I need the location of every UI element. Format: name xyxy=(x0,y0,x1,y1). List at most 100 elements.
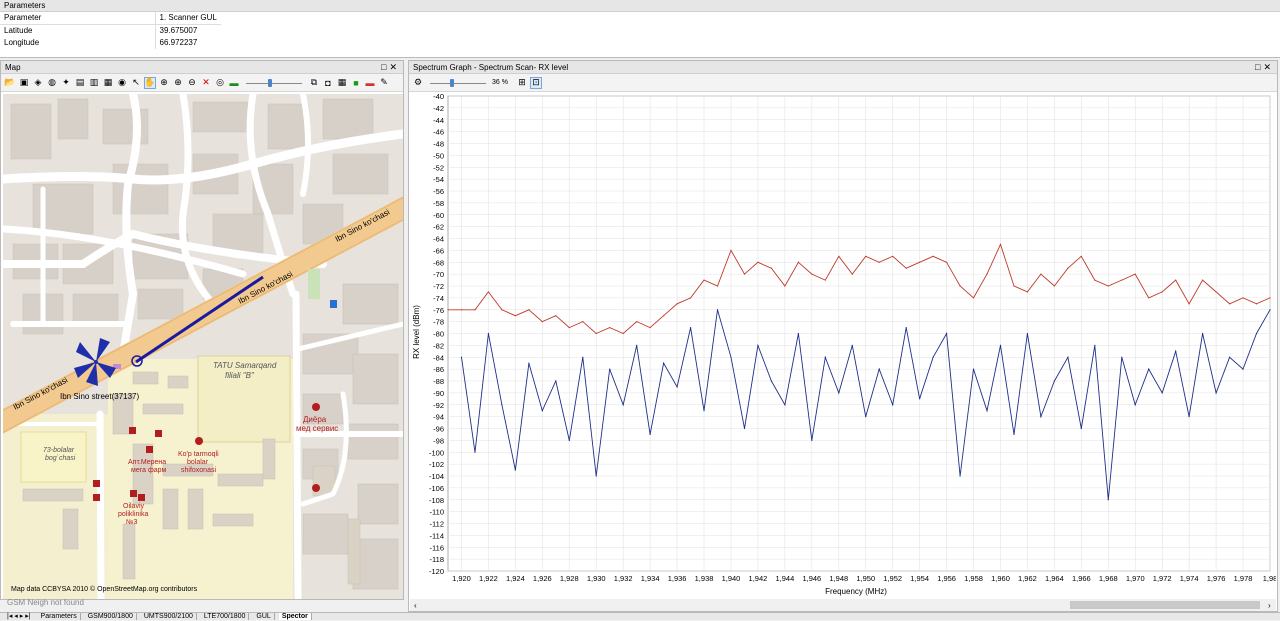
target-icon[interactable]: ◎ xyxy=(214,77,226,89)
opacity-slider[interactable] xyxy=(246,78,302,88)
scrollbar-thumb[interactable] xyxy=(1070,601,1260,609)
y-tick-label: -60 xyxy=(433,211,444,220)
tab-lte[interactable]: LTE700/1800 xyxy=(201,613,250,620)
y-tick-label: -120 xyxy=(429,567,444,576)
tab-umts[interactable]: UMTS900/2100 xyxy=(141,613,197,620)
camera-icon[interactable]: ◘ xyxy=(322,77,334,89)
zoom-slider[interactable] xyxy=(430,78,486,88)
data-point xyxy=(474,309,476,311)
y-tick-label: -88 xyxy=(433,377,444,386)
ruler-icon[interactable]: ▬ xyxy=(364,77,376,89)
tab-parameters[interactable]: Parameters xyxy=(38,613,81,620)
grid-icon[interactable]: ▦ xyxy=(336,77,348,89)
x-tick-label: 1,956 xyxy=(937,574,956,583)
y-tick-label: -76 xyxy=(433,306,444,315)
data-point xyxy=(1175,279,1177,281)
x-tick-label: 1,934 xyxy=(641,574,660,583)
poi-label: №3 xyxy=(126,519,138,526)
data-point xyxy=(757,344,759,346)
fit-icon[interactable]: ⊞ xyxy=(516,77,528,89)
tab-nav-icons[interactable]: |◂ ◂ ▸ ▸| xyxy=(4,613,34,620)
open-icon[interactable]: 📂 xyxy=(4,77,16,89)
battery-icon[interactable]: ▬ xyxy=(228,77,240,89)
data-point xyxy=(1148,368,1150,370)
data-point xyxy=(811,273,813,275)
tab-spector[interactable]: Spector xyxy=(278,613,312,620)
parameters-row[interactable]: Longitude 66.972237 xyxy=(0,37,221,49)
data-point xyxy=(487,332,490,335)
data-point xyxy=(986,410,988,412)
filter-icon[interactable]: ✦ xyxy=(60,77,72,89)
export-icon[interactable]: ▥ xyxy=(88,77,100,89)
map-canvas[interactable]: Ibn Sino ko'chasi Ibn Sino ko'chasi Ibn … xyxy=(3,94,403,599)
data-point xyxy=(487,291,490,293)
data-point xyxy=(945,261,948,263)
layers-icon[interactable]: ◈ xyxy=(32,77,44,89)
eye-icon[interactable]: ◉ xyxy=(116,77,128,89)
pan-icon[interactable]: ✋ xyxy=(144,76,156,89)
data-point xyxy=(636,321,638,323)
y-tick-label: -48 xyxy=(433,140,444,149)
poi-label: filiali "B" xyxy=(225,371,255,380)
close-icon[interactable]: ✕ xyxy=(1263,62,1274,72)
data-point xyxy=(649,433,651,436)
x-tick-label: 1,924 xyxy=(506,574,525,583)
scroll-right-icon[interactable]: › xyxy=(1268,601,1271,610)
x-tick-label: 1,950 xyxy=(856,574,875,583)
data-point xyxy=(851,344,853,346)
pointer-icon[interactable]: ↖ xyxy=(130,77,142,89)
crosshair-icon[interactable]: ⊡ xyxy=(529,76,542,89)
zoom-in-icon[interactable]: ⊕ xyxy=(172,77,184,89)
parameters-header-name: Parameter xyxy=(0,12,155,25)
table-icon[interactable]: ▤ xyxy=(74,77,86,89)
globe-icon[interactable]: ◍ xyxy=(46,77,58,89)
y-tick-label: -58 xyxy=(433,199,444,208)
bookmark-icon[interactable]: ⧉ xyxy=(308,77,320,89)
data-point xyxy=(460,356,463,358)
settings-icon[interactable]: ⚙ xyxy=(412,77,424,89)
y-tick-label: -94 xyxy=(433,413,444,422)
zoom-out-icon[interactable]: ⊖ xyxy=(186,77,198,89)
delete-icon[interactable]: ✕ xyxy=(200,77,212,89)
data-point xyxy=(838,255,840,257)
data-point xyxy=(595,332,597,335)
data-point xyxy=(878,261,880,263)
y-tick-label: -114 xyxy=(430,531,444,540)
data-point xyxy=(460,309,463,311)
save-icon[interactable]: ▣ xyxy=(18,77,30,89)
zoom-extent-icon[interactable]: ⊕ xyxy=(158,77,170,89)
spectrum-chart[interactable]: -40 -42 -44 -46 -48 -50 -52 -54 -56 -58 -60 -62 -64 -… xyxy=(410,92,1276,611)
y-axis-label: RX level (dBm) xyxy=(412,305,421,359)
parameters-row[interactable]: Latitude 39.675007 xyxy=(0,24,221,37)
spectrum-title-bar: Spectrum Graph - Spectrum Scan- RX level… xyxy=(409,61,1277,74)
parameters-table: Parameter 1. Scanner GUL Latitude 39.675… xyxy=(0,12,221,49)
x-tick-label: 1,954 xyxy=(910,574,929,583)
x-tick-label: 1,968 xyxy=(1099,574,1118,583)
y-tick-label: -74 xyxy=(433,294,444,303)
data-point xyxy=(716,309,719,311)
poi-label: shifoxonasi xyxy=(181,467,216,474)
data-point xyxy=(568,439,570,441)
tab-gsm[interactable]: GSM900/1800 xyxy=(85,613,137,620)
data-point xyxy=(811,439,813,441)
close-icon[interactable]: ✕ xyxy=(389,62,400,72)
pencil-icon[interactable]: ✎ xyxy=(378,77,390,89)
data-point xyxy=(1161,392,1163,394)
data-point xyxy=(703,279,705,281)
y-tick-label: -110 xyxy=(430,508,444,517)
data-point xyxy=(838,392,840,394)
tab-gul[interactable]: GUL xyxy=(253,613,275,620)
disk-icon[interactable]: ▦ xyxy=(102,77,114,89)
data-point xyxy=(892,404,894,406)
data-point xyxy=(622,404,624,406)
y-tick-label: -90 xyxy=(433,389,444,398)
data-point xyxy=(514,315,516,317)
data-point xyxy=(1215,291,1217,293)
data-point xyxy=(784,404,786,406)
scroll-left-icon[interactable]: ‹ xyxy=(414,601,417,610)
data-point xyxy=(1080,427,1082,430)
y-tick-label: -64 xyxy=(433,235,444,244)
x-tick-label: 1,966 xyxy=(1072,574,1091,583)
x-tick-label: 1,948 xyxy=(829,574,848,583)
green-square-icon[interactable]: ■ xyxy=(350,77,362,89)
